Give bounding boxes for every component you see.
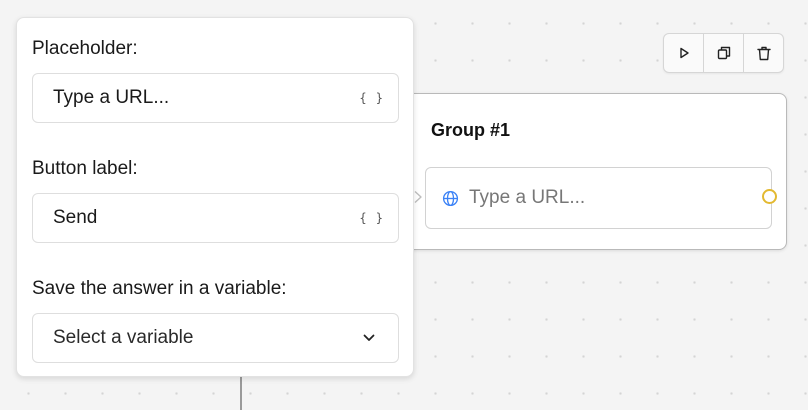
duplicate-icon (717, 46, 730, 60)
placeholder-label: Placeholder: (32, 38, 138, 59)
url-input-block-text: Type a URL... (469, 187, 586, 208)
variable-braces-icon[interactable]: { } (359, 91, 384, 105)
button-label-input-value: Send (53, 207, 98, 228)
output-port[interactable] (762, 189, 777, 204)
variable-label: Save the answer in a variable: (32, 278, 287, 299)
play-button[interactable] (664, 34, 704, 72)
placeholder-input-value: Type a URL... (53, 87, 170, 108)
group-title[interactable]: Group #1 (431, 120, 510, 141)
url-input-block[interactable]: Type a URL... (425, 167, 772, 229)
delete-button[interactable] (744, 34, 783, 72)
chevron-down-icon (362, 331, 376, 345)
variable-select[interactable]: Select a variable (32, 313, 399, 363)
variable-braces-icon[interactable]: { } (359, 211, 384, 225)
group-card[interactable]: Group #1 Type a URL... (400, 93, 787, 250)
placeholder-input[interactable]: Type a URL... { } (32, 73, 399, 123)
trash-icon (756, 46, 771, 60)
play-icon (679, 47, 689, 59)
globe-icon (442, 190, 459, 206)
block-input-arrow-icon (414, 190, 422, 204)
node-toolbar (663, 33, 784, 73)
variable-select-value: Select a variable (53, 327, 194, 348)
url-input-settings-popover: Placeholder: Type a URL... { } Button la… (16, 17, 414, 377)
button-label-label: Button label: (32, 158, 138, 179)
duplicate-button[interactable] (704, 34, 744, 72)
button-label-input[interactable]: Send { } (32, 193, 399, 243)
